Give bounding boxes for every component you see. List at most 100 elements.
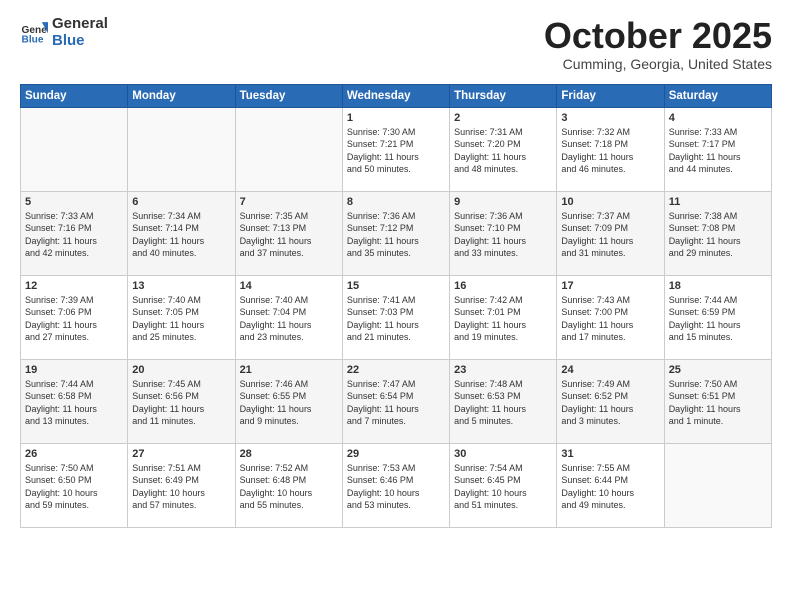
day-number: 18 [669,280,767,292]
day-number: 14 [240,280,338,292]
calendar-cell: 10Sunrise: 7:37 AM Sunset: 7:09 PM Dayli… [557,191,664,275]
title-block: October 2025 Cumming, Georgia, United St… [544,16,772,72]
day-number: 4 [669,112,767,124]
calendar-table: SundayMondayTuesdayWednesdayThursdayFrid… [20,84,772,528]
day-number: 19 [25,364,123,376]
calendar-cell: 9Sunrise: 7:36 AM Sunset: 7:10 PM Daylig… [450,191,557,275]
day-info: Sunrise: 7:49 AM Sunset: 6:52 PM Dayligh… [561,378,659,428]
day-number: 23 [454,364,552,376]
day-number: 17 [561,280,659,292]
day-number: 7 [240,196,338,208]
day-info: Sunrise: 7:43 AM Sunset: 7:00 PM Dayligh… [561,294,659,344]
day-info: Sunrise: 7:44 AM Sunset: 6:58 PM Dayligh… [25,378,123,428]
calendar-cell [128,107,235,191]
day-number: 25 [669,364,767,376]
calendar-cell: 21 Sunrise: 7:46 AM Sunset: 6:55 PM Dayli… [235,359,342,443]
day-info: Sunrise: 7:44 AM Sunset: 6:59 PM Dayligh… [669,294,767,344]
day-info: Sunrise: 7:39 AM Sunset: 7:06 PM Dayligh… [25,294,123,344]
calendar-cell: 31Sunrise: 7:55 AM Sunset: 6:44 PM Dayli… [557,443,664,527]
calendar-cell: 13Sunrise: 7:40 AM Sunset: 7:05 PM Dayli… [128,275,235,359]
day-number: 27 [132,448,230,460]
day-info: Sunrise: 7:38 AM Sunset: 7:08 PM Dayligh… [669,210,767,260]
calendar-cell: 6Sunrise: 7:34 AM Sunset: 7:14 PM Daylig… [128,191,235,275]
calendar-cell: 14 Sunrise: 7:40 AM Sunset: 7:04 PM Dayli… [235,275,342,359]
day-number: 5 [25,196,123,208]
calendar-cell: 19 Sunrise: 7:44 AM Sunset: 6:58 PM Dayli… [21,359,128,443]
calendar-cell: 2 Sunrise: 7:31 AM Sunset: 7:20 PM Daylig… [450,107,557,191]
svg-text:Blue: Blue [22,34,44,45]
weekday-header-friday: Friday [557,84,664,107]
day-info: Sunrise: 7:37 AM Sunset: 7:09 PM Dayligh… [561,210,659,260]
day-info: Sunrise: 7:46 AM Sunset: 6:55 PM Dayligh… [240,378,338,428]
calendar-week-0: 1 Sunrise: 7:30 AM Sunset: 7:21 PM Daylig… [21,107,772,191]
day-info: Sunrise: 7:36 AM Sunset: 7:10 PM Dayligh… [454,210,552,260]
logo-icon: General Blue [20,19,48,47]
day-info: Sunrise: 7:52 AM Sunset: 6:48 PM Dayligh… [240,462,338,512]
logo: General Blue General Blue [20,16,108,49]
calendar-cell: 28 Sunrise: 7:52 AM Sunset: 6:48 PM Dayli… [235,443,342,527]
day-number: 16 [454,280,552,292]
day-number: 8 [347,196,445,208]
location: Cumming, Georgia, United States [544,56,772,72]
calendar-cell: 20 Sunrise: 7:45 AM Sunset: 6:56 PM Dayli… [128,359,235,443]
day-number: 13 [132,280,230,292]
weekday-header-monday: Monday [128,84,235,107]
day-number: 26 [25,448,123,460]
day-info: Sunrise: 7:40 AM Sunset: 7:04 PM Dayligh… [240,294,338,344]
calendar-cell: 8 Sunrise: 7:36 AM Sunset: 7:12 PM Daylig… [342,191,449,275]
calendar-cell: 22 Sunrise: 7:47 AM Sunset: 6:54 PM Dayli… [342,359,449,443]
day-info: Sunrise: 7:41 AM Sunset: 7:03 PM Dayligh… [347,294,445,344]
day-info: Sunrise: 7:33 AM Sunset: 7:16 PM Dayligh… [25,210,123,260]
calendar-body: 1 Sunrise: 7:30 AM Sunset: 7:21 PM Daylig… [21,107,772,527]
calendar-cell: 29 Sunrise: 7:53 AM Sunset: 6:46 PM Dayli… [342,443,449,527]
day-info: Sunrise: 7:50 AM Sunset: 6:50 PM Dayligh… [25,462,123,512]
day-info: Sunrise: 7:45 AM Sunset: 6:56 PM Dayligh… [132,378,230,428]
weekday-header-tuesday: Tuesday [235,84,342,107]
day-info: Sunrise: 7:36 AM Sunset: 7:12 PM Dayligh… [347,210,445,260]
calendar-cell: 1 Sunrise: 7:30 AM Sunset: 7:21 PM Daylig… [342,107,449,191]
calendar-container: General Blue General Blue October 2025 C… [0,0,792,538]
day-number: 20 [132,364,230,376]
month-title: October 2025 [544,16,772,56]
day-number: 21 [240,364,338,376]
day-number: 12 [25,280,123,292]
calendar-cell: 26 Sunrise: 7:50 AM Sunset: 6:50 PM Dayli… [21,443,128,527]
day-number: 2 [454,112,552,124]
calendar-cell: 23Sunrise: 7:48 AM Sunset: 6:53 PM Dayli… [450,359,557,443]
day-info: Sunrise: 7:51 AM Sunset: 6:49 PM Dayligh… [132,462,230,512]
weekday-header-saturday: Saturday [664,84,771,107]
weekday-header-row: SundayMondayTuesdayWednesdayThursdayFrid… [21,84,772,107]
calendar-cell: 18 Sunrise: 7:44 AM Sunset: 6:59 PM Dayli… [664,275,771,359]
day-number: 22 [347,364,445,376]
calendar-cell: 24 Sunrise: 7:49 AM Sunset: 6:52 PM Dayli… [557,359,664,443]
day-number: 30 [454,448,552,460]
calendar-cell: 27 Sunrise: 7:51 AM Sunset: 6:49 PM Dayli… [128,443,235,527]
calendar-cell: 25Sunrise: 7:50 AM Sunset: 6:51 PM Dayli… [664,359,771,443]
day-info: Sunrise: 7:33 AM Sunset: 7:17 PM Dayligh… [669,126,767,176]
day-number: 29 [347,448,445,460]
calendar-cell: 3 Sunrise: 7:32 AM Sunset: 7:18 PM Daylig… [557,107,664,191]
day-number: 24 [561,364,659,376]
calendar-cell: 16Sunrise: 7:42 AM Sunset: 7:01 PM Dayli… [450,275,557,359]
day-number: 1 [347,112,445,124]
calendar-cell: 7Sunrise: 7:35 AM Sunset: 7:13 PM Daylig… [235,191,342,275]
day-info: Sunrise: 7:32 AM Sunset: 7:18 PM Dayligh… [561,126,659,176]
weekday-header-wednesday: Wednesday [342,84,449,107]
calendar-cell: 12 Sunrise: 7:39 AM Sunset: 7:06 PM Dayli… [21,275,128,359]
calendar-cell: 15Sunrise: 7:41 AM Sunset: 7:03 PM Dayli… [342,275,449,359]
calendar-week-1: 5 Sunrise: 7:33 AM Sunset: 7:16 PM Daylig… [21,191,772,275]
day-info: Sunrise: 7:47 AM Sunset: 6:54 PM Dayligh… [347,378,445,428]
day-number: 28 [240,448,338,460]
day-number: 6 [132,196,230,208]
calendar-week-2: 12 Sunrise: 7:39 AM Sunset: 7:06 PM Dayli… [21,275,772,359]
day-info: Sunrise: 7:54 AM Sunset: 6:45 PM Dayligh… [454,462,552,512]
calendar-cell: 30 Sunrise: 7:54 AM Sunset: 6:45 PM Dayli… [450,443,557,527]
calendar-week-4: 26 Sunrise: 7:50 AM Sunset: 6:50 PM Dayli… [21,443,772,527]
day-info: Sunrise: 7:31 AM Sunset: 7:20 PM Dayligh… [454,126,552,176]
calendar-cell [664,443,771,527]
day-number: 3 [561,112,659,124]
calendar-cell [21,107,128,191]
day-info: Sunrise: 7:53 AM Sunset: 6:46 PM Dayligh… [347,462,445,512]
weekday-header-sunday: Sunday [21,84,128,107]
day-info: Sunrise: 7:30 AM Sunset: 7:21 PM Dayligh… [347,126,445,176]
